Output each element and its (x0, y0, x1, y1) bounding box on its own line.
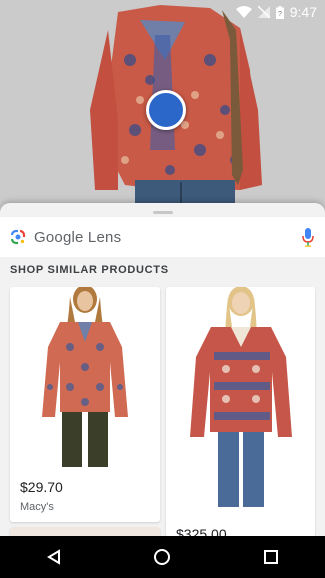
navigation-bar (0, 536, 325, 578)
sheet-drag-handle[interactable] (153, 211, 173, 214)
home-button[interactable] (142, 542, 182, 572)
lens-header: Google Lens (0, 217, 325, 257)
wifi-icon (235, 6, 252, 18)
lens-title: Google Lens (34, 228, 122, 246)
no-signal-icon (257, 6, 270, 18)
home-icon (154, 549, 171, 565)
product-price: $325.00 (176, 526, 227, 536)
section-title: SHOP SIMILAR PRODUCTS (10, 264, 169, 276)
battery-icon: ? (275, 5, 284, 19)
product-price: $29.70 (20, 479, 63, 495)
recents-button[interactable] (251, 542, 291, 572)
lens-selection-dot[interactable] (146, 90, 186, 130)
results-sheet: Google Lens SHOP SIMILAR PRODUCTS $29.70… (0, 203, 325, 536)
recents-icon (263, 550, 278, 564)
status-bar: ? 9:47 (0, 0, 325, 24)
product-store: Macy's (20, 501, 54, 513)
product-image (10, 287, 160, 467)
product-image (10, 527, 160, 536)
product-image (166, 287, 315, 517)
status-time: 9:47 (289, 4, 317, 20)
svg-text:?: ? (278, 11, 282, 18)
product-card[interactable] (10, 527, 160, 536)
product-card[interactable]: $29.70 Macy's (10, 287, 160, 522)
microphone-icon[interactable] (301, 227, 315, 247)
back-button[interactable] (34, 542, 74, 572)
google-lens-icon (10, 229, 26, 245)
back-icon (47, 549, 61, 565)
product-card[interactable]: $325.00 (166, 287, 315, 536)
